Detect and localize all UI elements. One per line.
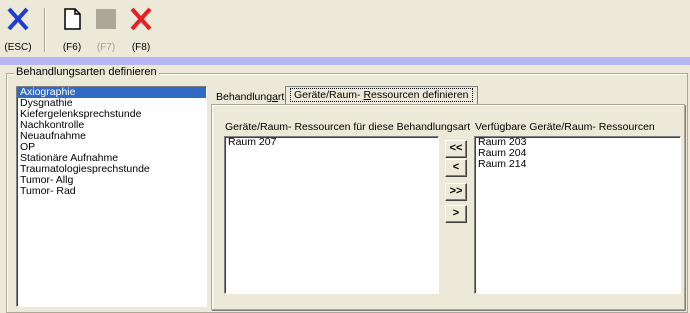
- delete-x-red-icon: [130, 7, 152, 31]
- list-item[interactable]: Neuaufnahme: [17, 131, 206, 142]
- delete-button-label: (F8): [131, 42, 151, 53]
- assigned-resources-list[interactable]: Raum 207: [224, 136, 439, 294]
- tab-resources-label-pre: Geräte/Raum-: [294, 89, 364, 101]
- move-one-right-button[interactable]: >: [445, 205, 467, 223]
- toolbar: (ESC) (F6) (F7) (F8): [0, 0, 690, 56]
- new-button-label: (F6): [62, 42, 82, 53]
- treatment-type-list[interactable]: Axiographie Dysgnathie Kiefergelenksprechs…: [16, 86, 207, 307]
- list-item[interactable]: Tumor- Rad: [17, 186, 206, 197]
- tab-resources-label: Geräte/Raum- Ressourcen definieren: [290, 88, 473, 102]
- save-button[interactable]: (F7): [90, 4, 122, 54]
- new-document-icon: [64, 8, 81, 30]
- list-item[interactable]: Raum 207: [225, 137, 438, 148]
- delete-button[interactable]: (F8): [125, 4, 157, 54]
- tab-behandlungsart[interactable]: Behandlungart: [216, 89, 284, 105]
- tab-behandlungsart-label-post: rt: [277, 91, 285, 103]
- save-disabled-icon: [96, 9, 116, 29]
- available-resources-list[interactable]: Raum 203 Raum 204 Raum 214: [474, 136, 681, 294]
- save-button-label: (F7): [96, 42, 116, 53]
- escape-button[interactable]: (ESC): [2, 4, 34, 54]
- toolbar-separator: [44, 8, 46, 52]
- close-x-blue-icon: [7, 7, 29, 31]
- tab-resources-accel: R: [363, 89, 372, 101]
- group-title: Behandlungsarten definieren: [14, 66, 159, 78]
- header-divider-bar: [0, 57, 690, 65]
- available-resources-label: Verfügbare Geräte/Raum- Ressourcen: [475, 121, 655, 133]
- move-one-left-button[interactable]: <: [445, 159, 467, 177]
- move-all-left-button[interactable]: <<: [445, 140, 467, 158]
- escape-button-label: (ESC): [4, 42, 32, 53]
- move-all-right-button[interactable]: >>: [445, 183, 467, 201]
- assigned-resources-label: Geräte/Raum- Ressourcen für diese Behand…: [225, 121, 471, 133]
- tab-resources[interactable]: Geräte/Raum- Ressourcen definieren: [285, 86, 478, 105]
- tab-behandlungsart-label-pre: Behandlung: [216, 91, 273, 103]
- tab-resources-label-post: essourcen definieren: [371, 89, 469, 101]
- new-button[interactable]: (F6): [56, 4, 88, 54]
- list-item[interactable]: Raum 214: [475, 159, 680, 170]
